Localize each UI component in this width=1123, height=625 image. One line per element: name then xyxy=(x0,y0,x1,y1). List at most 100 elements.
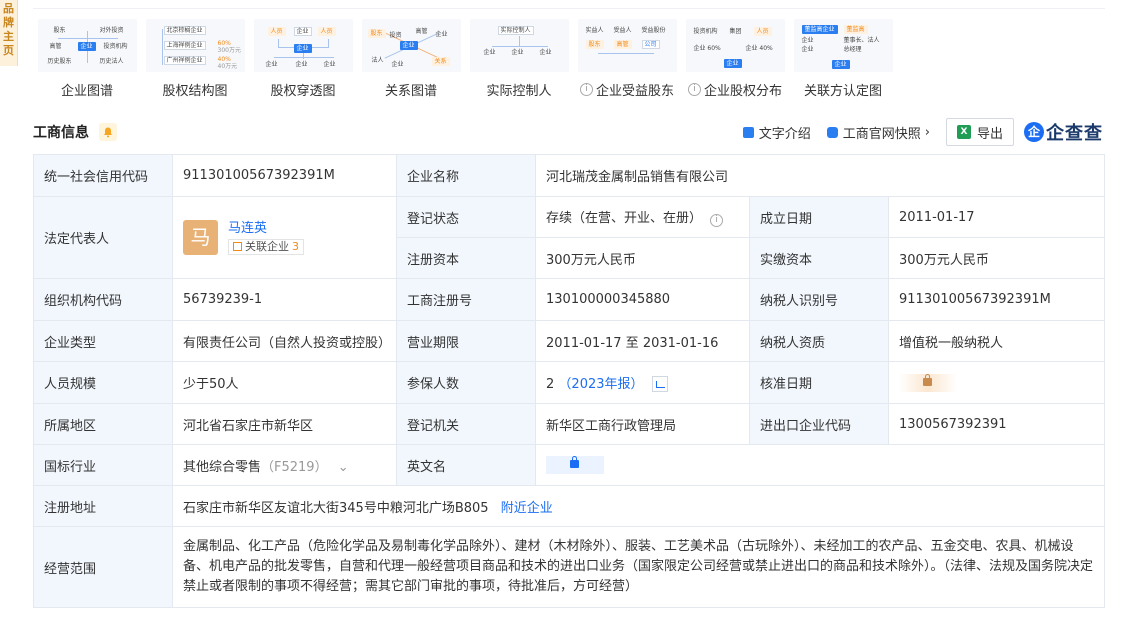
found-date-value: 2011-01-17 xyxy=(888,196,1105,238)
logo-text: 企查查 xyxy=(1046,123,1103,144)
annual-report-link[interactable]: （2023年报） xyxy=(558,377,643,392)
relation-graph-preview: 股东 投资 高管 企业 企业 法人 企业 关系 xyxy=(361,19,461,72)
mini-node: 人员 xyxy=(317,27,336,36)
mini-text: 企业 xyxy=(539,49,552,56)
equity-distribution-preview: 投资机构 集团 人员 企业 60% 企业 40% 企业 xyxy=(685,19,785,72)
approve-date-label: 核准日期 xyxy=(749,361,889,404)
thumb-label: 企业图谱 xyxy=(60,84,113,99)
legal-rep-label: 法定代表人 xyxy=(33,196,173,279)
region-label: 所属地区 xyxy=(33,403,173,445)
avatar[interactable]: 马 xyxy=(183,220,218,255)
vip-lock[interactable] xyxy=(546,456,604,474)
mini-text: 企业 xyxy=(801,37,814,44)
reg-authority-label: 登记机关 xyxy=(396,403,536,445)
staff-size-value: 少于50人 xyxy=(172,361,397,404)
table-row: 注册地址 石家庄市新华区友谊北大街345号中粮河北广场B805 附近企业 xyxy=(33,485,1105,527)
mini-node: 企业 xyxy=(399,41,418,50)
scope-label: 经营范围 xyxy=(33,526,173,608)
taxpayer-id-value: 91130100567392391M xyxy=(888,278,1105,321)
mini-node: 北京棕榈企业 xyxy=(163,26,206,35)
info-icon[interactable]: i xyxy=(710,214,724,227)
thumb-equity-structure[interactable]: 北京棕榈企业 上海祥例企业 广州祥例企业 60% 300万元 40% 40万元 … xyxy=(141,19,249,99)
header-actions: 文字介绍 工商官网快照 › X 导出 企 企查查 xyxy=(742,118,1103,146)
info-icon[interactable]: i xyxy=(687,83,701,96)
trend-chart-icon[interactable] xyxy=(651,376,668,393)
mini-text: 企业 xyxy=(391,61,404,68)
insured-value: 2 xyxy=(546,376,555,392)
mini-node: 股东 xyxy=(367,29,386,38)
thumb-label: 关联方认定图 xyxy=(803,84,882,99)
chevron-right-icon: › xyxy=(924,124,930,140)
thumb-equity-penetration[interactable]: 人员 企业 人员 企业 企业 企业 企业 股权穿透图 xyxy=(249,19,357,99)
biz-term-value: 2011-01-17 至 2031-01-16 xyxy=(535,320,750,362)
bell-icon[interactable] xyxy=(99,123,117,141)
insured-label: 参保人数 xyxy=(396,361,536,404)
mini-node: 关系 xyxy=(431,57,450,66)
table-row: 所属地区 河北省石家庄市新华区 登记机关 新华区工商行政管理局 进出口企业代码 … xyxy=(33,403,1105,445)
table-row: 经营范围 金属制品、化工产品（危险化学品及易制毒化学品除外）、建材（木材除外）、… xyxy=(33,526,1105,608)
address-label: 注册地址 xyxy=(33,485,173,527)
credit-code-value: 91130100567392391M xyxy=(172,154,397,197)
thumb-actual-controller[interactable]: 实际控制人 企业 企业 企业 实际控制人 xyxy=(465,19,573,99)
lock-icon xyxy=(923,373,932,386)
mini-text: 企业 xyxy=(265,61,278,68)
thumb-relation-graph[interactable]: 股东 投资 高管 企业 企业 法人 企业 关系 关系图谱 xyxy=(357,19,465,99)
mini-text: 董事长、法人 xyxy=(843,37,880,44)
thumb-equity-distribution[interactable]: 投资机构 集团 人员 企业 60% 企业 40% 企业 i 企业股权分布 xyxy=(681,19,789,99)
related-enterprises-badge[interactable]: 关联企业 3 xyxy=(228,238,304,255)
mini-node: 董监高企业 xyxy=(801,25,838,34)
mini-node: 企业 xyxy=(723,59,742,68)
mini-text: 受益人 xyxy=(613,27,632,34)
export-button[interactable]: X 导出 xyxy=(945,118,1014,146)
mini-text: 总经理 xyxy=(843,46,862,53)
reg-status-label: 登记状态 xyxy=(396,196,536,238)
mini-text: 投资机构 xyxy=(103,43,128,50)
mini-text: 高管 xyxy=(49,43,62,50)
ie-code-value: 1300567392391 xyxy=(888,403,1105,445)
thumb-label: 实际控制人 xyxy=(486,84,552,99)
equity-penetration-preview: 人员 企业 人员 企业 企业 企业 企业 xyxy=(253,19,353,72)
industry-cell[interactable]: 其他综合零售（F5219） ⌄ xyxy=(172,444,397,486)
thumb-label: i 企业受益股东 xyxy=(579,80,674,99)
table-row: 组织机构代码 56739239-1 工商注册号 130100000345880 … xyxy=(33,278,1105,321)
legal-rep-name-link[interactable]: 马连英 xyxy=(228,220,304,238)
thumb-beneficial-owner[interactable]: 实益人 受益人 受益股份 股东 高管 公司 i 企业受益股东 xyxy=(573,19,681,99)
mini-node: 实际控制人 xyxy=(497,26,534,35)
mini-node: 董监高 xyxy=(843,25,868,34)
mini-node: 公司 xyxy=(641,40,660,49)
thumb-enterprise-graph[interactable]: 股东 对外投资 高管 企业 投资机构 历史股东 历史法人 企业图谱 xyxy=(33,19,141,99)
logo-mark: 企 xyxy=(1024,122,1044,142)
org-code-label: 组织机构代码 xyxy=(33,278,173,321)
mini-text: 企业 xyxy=(801,46,814,53)
mini-node: 企业 xyxy=(77,42,96,51)
reg-authority-value: 新华区工商行政管理局 xyxy=(535,403,750,445)
mini-node: 股东 xyxy=(585,40,604,49)
nearby-enterprises-link[interactable]: 附近企业 xyxy=(501,501,553,516)
top-divider xyxy=(33,8,1105,9)
info-icon[interactable]: i xyxy=(579,83,593,96)
mini-text: 企业 60% xyxy=(693,45,721,52)
mini-text: 高管 xyxy=(415,28,428,35)
lock-icon xyxy=(570,456,579,468)
mini-node: 上海祥例企业 xyxy=(163,41,206,50)
mini-node: 企业 xyxy=(831,60,850,69)
mini-node: 高管 xyxy=(613,40,632,49)
biz-reg-no-value: 130100000345880 xyxy=(535,278,750,321)
chevron-down-icon[interactable]: ⌄ xyxy=(338,460,349,475)
mini-text: 受益股份 xyxy=(641,27,666,34)
taxpayer-qual-value: 增值税一般纳税人 xyxy=(888,320,1105,362)
text-intro-link[interactable]: 文字介绍 xyxy=(742,123,811,142)
biz-reg-no-label: 工商注册号 xyxy=(396,278,536,321)
mini-node: 人员 xyxy=(753,27,772,36)
thumb-label: 股权穿透图 xyxy=(270,84,336,99)
excel-icon: X xyxy=(956,125,971,139)
mini-text: 企业 xyxy=(435,31,448,38)
brand-home-tab[interactable]: 品牌主页 xyxy=(0,0,18,66)
company-name-value: 河北瑞茂金属制品销售有限公司 xyxy=(535,154,1105,197)
official-snapshot-link[interactable]: 工商官网快照 › xyxy=(826,123,930,142)
thumb-related-party[interactable]: 董监高企业 企业 企业 董监高 董事长、法人 总经理 企业 关联方认定图 xyxy=(789,19,897,99)
vip-lock[interactable] xyxy=(899,373,957,392)
paid-capital-label: 实缴资本 xyxy=(749,237,889,279)
mini-node: 企业 xyxy=(293,44,312,53)
mini-node: 广州祥例企业 xyxy=(163,56,206,65)
